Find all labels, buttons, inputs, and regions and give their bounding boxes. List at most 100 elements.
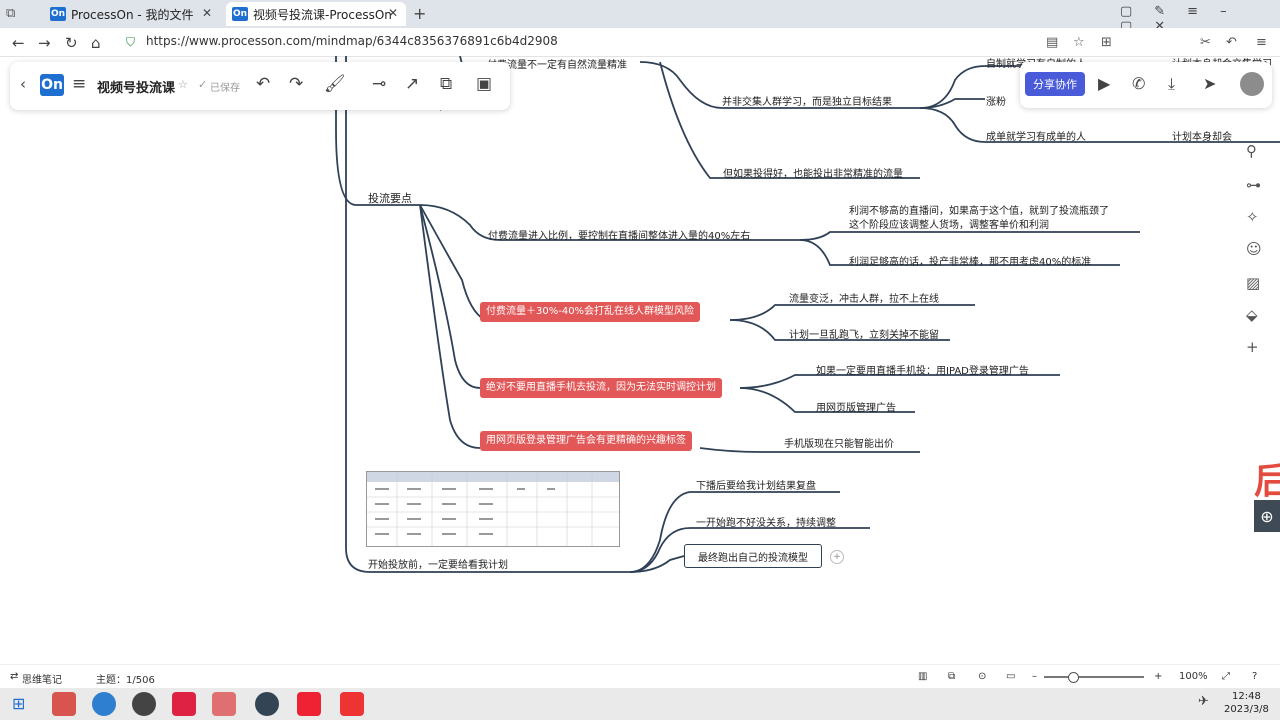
reload-icon[interactable]: ↻ [65, 34, 78, 52]
node-good-delivery[interactable]: 但如果投得好，也能投出非常精准的流量 [723, 165, 903, 180]
layers-icon[interactable]: ⧉ [948, 671, 955, 682]
style-icon[interactable]: ⚲ [1246, 142, 1257, 160]
taskbar-app-icon[interactable] [212, 692, 236, 716]
taskbar-app-icon[interactable] [52, 692, 76, 716]
plus-icon[interactable]: + [1246, 338, 1259, 356]
star-outline-icon[interactable]: ☆ [178, 78, 188, 91]
save-status: 已保存 [210, 83, 240, 94]
target-icon[interactable]: ⊙ [978, 671, 986, 682]
clock-date: 2023/3/8 [1224, 704, 1269, 715]
back-arrow-icon[interactable]: ‹ [20, 75, 26, 93]
sidebar-toggle-icon[interactable]: ▥ [918, 671, 927, 682]
taskbar-app-icon[interactable] [255, 692, 279, 716]
download-icon[interactable]: ⤓ [1168, 74, 1175, 94]
mindmap-connectors [335, 56, 1280, 573]
forward-icon[interactable]: → [38, 34, 51, 52]
cut-icon[interactable]: ✂ [1200, 35, 1211, 50]
menu-icon[interactable]: ≡ [72, 74, 86, 94]
add-node-icon[interactable]: + [830, 550, 844, 564]
node-paid-ratio[interactable]: 付费流量进入比例，要控制在直播间整体进入量的40%左右 [488, 227, 750, 242]
overlay-badge-icon[interactable]: ⊕ [1254, 500, 1280, 532]
node-red-risk[interactable]: 付费流量＋30%-40%会打乱在线人群模型风险 [480, 302, 701, 322]
node-plan-itself[interactable]: 计划本身却会 [1172, 128, 1232, 143]
node-final-model-label: 最终跑出自己的投流模型 [698, 552, 808, 564]
processon-logo[interactable]: On [40, 74, 64, 96]
taskbar-wps-icon[interactable] [297, 692, 321, 716]
processon-favicon: On [50, 7, 66, 21]
grid-icon[interactable]: ⊞ [1101, 35, 1112, 50]
node-start-b[interactable]: 一开始跑不好没关系，持续调整 [696, 514, 836, 529]
undo-browser-icon[interactable]: ↶ [1226, 35, 1237, 50]
notes-toggle-icon[interactable]: ⇄ [10, 671, 18, 682]
play-icon[interactable]: ▶ [1098, 74, 1110, 93]
node-independent-goal[interactable]: 并非交集人群学习，而是独立目标结果 [722, 93, 892, 108]
taskbar-edge-icon[interactable] [92, 692, 116, 716]
url-field[interactable]: https://www.processon.com/mindmap/6344c8… [146, 34, 558, 48]
format-painter-icon[interactable]: 🖌 [324, 74, 346, 94]
system-clock[interactable]: 12:48 2023/3/8 [1224, 690, 1269, 716]
phone-icon[interactable]: ✆ [1132, 74, 1145, 93]
node-start-a[interactable]: 下播后要给我计划结果复盘 [696, 477, 816, 492]
new-tab-icon[interactable]: + [413, 4, 426, 23]
node-fans[interactable]: 涨粉 [986, 93, 1006, 108]
network-icon[interactable]: ✈ [1198, 694, 1209, 709]
node-red-web[interactable]: 用网页版登录管理广告会有更精确的兴趣标签 [480, 431, 692, 451]
send-icon[interactable]: ➤ [1203, 74, 1216, 93]
zoom-level[interactable]: 100% [1179, 671, 1208, 682]
zoom-in-icon[interactable]: + [1154, 671, 1162, 682]
node-red2-a[interactable]: 如果一定要用直播手机投：用IPAD登录管理广告 [816, 362, 1029, 377]
node-ratio-b[interactable]: 利润足够高的话，投产非常棒，那不用考虑40%的标准 [849, 253, 1091, 268]
start-icon[interactable]: ⊞ [12, 694, 25, 713]
help-icon[interactable]: ? [1252, 671, 1257, 682]
present-icon[interactable]: ▣ [476, 74, 492, 94]
zoom-out-icon[interactable]: – [1032, 671, 1037, 682]
menu-dots-icon[interactable]: ≡ [1256, 35, 1267, 50]
avatar[interactable] [1240, 72, 1264, 96]
taskbar-app-icon[interactable] [132, 692, 156, 716]
home-icon[interactable]: ⌂ [91, 34, 101, 52]
zoom-slider-handle[interactable] [1068, 672, 1079, 683]
node-order-learning[interactable]: 成单就学习有成单的人 [986, 128, 1086, 143]
taskbar-pdf-icon[interactable] [340, 692, 364, 716]
mind-notes-label[interactable]: 思维笔记 [22, 671, 62, 686]
shield-icon: ⛉ [126, 35, 136, 49]
outline-icon[interactable]: ⧉ [440, 74, 452, 94]
node-final-model[interactable]: 最终跑出自己的投流模型 [684, 544, 822, 568]
browser-tab-mindmap[interactable]: On 视频号投流课-ProcessOn ✕ [226, 2, 406, 26]
tab-title: ProcessOn - 我的文件 [71, 7, 194, 22]
zoom-slider[interactable] [1044, 676, 1144, 678]
redo-icon[interactable]: ↷ [289, 74, 303, 94]
document-title[interactable]: 视频号投流课 [97, 77, 175, 96]
close-tab-icon[interactable]: ✕ [388, 6, 398, 20]
back-icon[interactable]: ← [12, 34, 25, 52]
emoji-icon[interactable]: ☺ [1246, 240, 1262, 258]
node-ratio-a2[interactable]: 这个阶段应该调整人货场，调整客单价和利润 [849, 216, 1049, 231]
node-start-plan[interactable]: 开始投放前，一定要给看我计划 [368, 556, 508, 571]
fullscreen-icon[interactable]: ⤢ [1222, 671, 1230, 682]
plan-table-image[interactable] [366, 471, 620, 547]
node-ratio-a1[interactable]: 利润不够高的直播间，如果高于这个值，就到了投流瓶颈了 [849, 202, 1109, 217]
connector-icon[interactable]: ⊸ [372, 74, 386, 94]
node-red2-b[interactable]: 用网页版管理广告 [816, 399, 896, 414]
node-red3-a[interactable]: 手机版现在只能智能出价 [784, 435, 894, 450]
taskbar-app-icon[interactable] [172, 692, 196, 716]
share-collaborate-button[interactable]: 分享协作 [1025, 72, 1085, 96]
clipboard-icon[interactable]: ▤ [1046, 35, 1058, 50]
node-red1-a[interactable]: 流量变泛，冲击人群，拉不上在线 [789, 290, 939, 305]
browser-menu-icon[interactable]: ⧉ [6, 6, 15, 21]
node-red-phone[interactable]: 绝对不要用直播手机去投流，因为无法实时调控计划 [480, 378, 722, 398]
undo-icon[interactable]: ↶ [256, 74, 270, 94]
clock-time: 12:48 [1232, 691, 1261, 702]
star-icon[interactable]: ☆ [1073, 35, 1085, 50]
arrow-icon[interactable]: ↗ [405, 74, 419, 94]
close-tab-icon[interactable]: ✕ [202, 6, 212, 20]
table-thumbnail-graphic [367, 472, 619, 546]
theme-icon[interactable]: ✧ [1246, 208, 1259, 226]
map-icon[interactable]: ▭ [1006, 671, 1015, 682]
tag-icon[interactable]: ⬙ [1246, 306, 1258, 324]
browser-tab-my-files[interactable]: On ProcessOn - 我的文件 ✕ [44, 2, 220, 26]
node-key-points[interactable]: 投流要点 [368, 190, 412, 206]
node-red1-b[interactable]: 计划一旦乱跑飞，立刻关掉不能留 [789, 326, 939, 341]
image-icon[interactable]: ▨ [1246, 274, 1260, 292]
structure-icon[interactable]: ⊶ [1246, 176, 1261, 194]
